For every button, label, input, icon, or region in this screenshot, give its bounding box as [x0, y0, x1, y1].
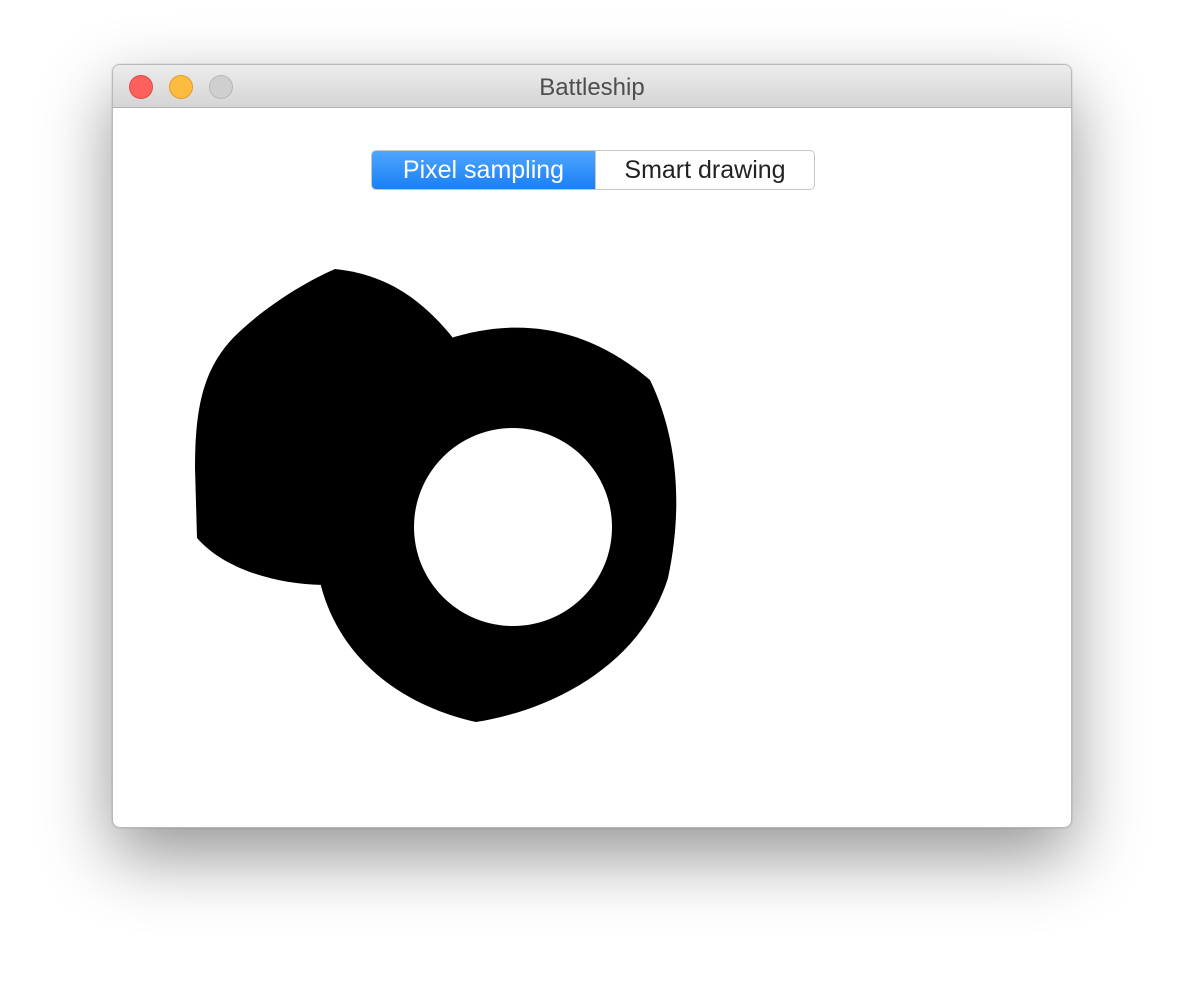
app-window: Battleship Pixel sampling Smart drawing [112, 64, 1072, 828]
drawing-canvas [195, 269, 677, 722]
title-bar[interactable]: Battleship [113, 65, 1071, 108]
window-title: Battleship [539, 74, 645, 101]
